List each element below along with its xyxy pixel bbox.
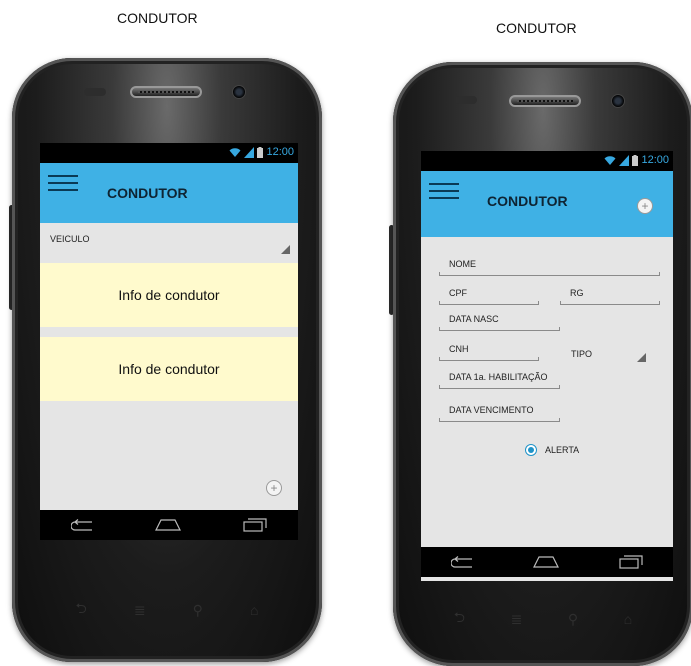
recents-icon[interactable] [243, 518, 267, 532]
signal-icon [619, 154, 630, 166]
right-proximity-sensor [455, 96, 477, 104]
battery-icon [257, 146, 264, 158]
right-navigation-bar [421, 547, 673, 577]
wifi-icon [229, 147, 241, 157]
menu-icon[interactable]: ≣ [511, 611, 523, 628]
data-habilitacao-field[interactable] [439, 385, 560, 389]
signal-icon [244, 146, 255, 158]
right-front-camera [611, 94, 625, 108]
wifi-icon [604, 155, 616, 165]
add-circle-icon[interactable]: + [266, 480, 282, 496]
left-caption: CONDUTOR [117, 10, 198, 26]
back-icon[interactable] [451, 556, 473, 568]
status-time: 12:00 [641, 154, 669, 166]
page-title: CONDUTOR [107, 185, 188, 201]
left-front-camera [232, 85, 246, 99]
card-text: Info de condutor [118, 361, 220, 377]
condutor-info-card[interactable]: Info de condutor [40, 263, 298, 327]
rg-label: RG [570, 288, 584, 298]
data-habilitacao-label: DATA 1a. HABILITAÇÃO [449, 372, 548, 382]
right-phone-frame: 12:00 CONDUTOR + NOME CPF RG DATA NASC C… [393, 62, 691, 666]
cpf-field[interactable] [439, 301, 539, 305]
alerta-radio[interactable]: ALERTA [525, 443, 595, 457]
cnh-field[interactable] [439, 357, 539, 361]
left-phone-frame: 12:00 CONDUTOR VEICULO Info de condutor … [12, 58, 322, 662]
left-proximity-sensor [84, 88, 106, 96]
tipo-label: TIPO [571, 349, 593, 359]
condutor-info-card[interactable]: Info de condutor [40, 337, 298, 401]
right-screen: 12:00 CONDUTOR + NOME CPF RG DATA NASC C… [421, 151, 673, 581]
back-icon[interactable]: ⮌ [454, 607, 465, 631]
dropdown-triangle-icon [281, 245, 290, 254]
right-app-bar: CONDUTOR + [421, 171, 673, 237]
data-nasc-field[interactable] [439, 327, 560, 331]
alerta-radio-button[interactable] [525, 444, 537, 456]
left-status-bar: 12:00 [40, 143, 298, 163]
menu-icon[interactable] [429, 183, 459, 199]
recents-icon[interactable] [619, 555, 643, 569]
search-icon[interactable]: ⚲ [193, 602, 203, 619]
card-text: Info de condutor [118, 287, 220, 303]
left-screen: 12:00 CONDUTOR VEICULO Info de condutor … [40, 143, 298, 540]
right-status-bar: 12:00 [421, 151, 673, 171]
nome-field[interactable] [439, 272, 660, 276]
veiculo-dropdown[interactable]: VEICULO [40, 223, 298, 261]
veiculo-label: VEICULO [50, 234, 90, 244]
data-vencimento-field[interactable] [439, 418, 560, 422]
home-icon[interactable] [533, 556, 559, 568]
rg-field[interactable] [560, 301, 660, 305]
page-title: CONDUTOR [487, 193, 568, 209]
home-icon[interactable]: ⌂ [624, 611, 632, 627]
back-icon[interactable]: ⮌ [76, 598, 87, 622]
right-caption: CONDUTOR [496, 20, 577, 36]
tipo-dropdown[interactable]: TIPO [569, 343, 651, 367]
menu-icon[interactable]: ≣ [134, 602, 146, 619]
menu-icon[interactable] [48, 175, 78, 191]
left-navigation-bar [40, 510, 298, 540]
cnh-label: CNH [449, 344, 469, 354]
data-vencimento-label: DATA VENCIMENTO [449, 405, 534, 415]
left-earpiece-speaker [130, 86, 202, 98]
alerta-label: ALERTA [545, 445, 580, 455]
search-icon[interactable]: ⚲ [568, 611, 578, 628]
right-earpiece-speaker [509, 95, 581, 107]
status-time: 12:00 [266, 146, 294, 158]
right-hardware-keys: ⮌ ≣ ⚲ ⌂ [431, 607, 655, 631]
nome-label: NOME [449, 259, 476, 269]
back-icon[interactable] [71, 519, 93, 531]
add-circle-icon[interactable]: + [637, 198, 653, 214]
dropdown-triangle-icon [637, 353, 646, 362]
left-app-bar: CONDUTOR [40, 163, 298, 223]
cpf-label: CPF [449, 288, 467, 298]
home-icon[interactable] [155, 519, 181, 531]
left-hardware-keys: ⮌ ≣ ⚲ ⌂ [52, 598, 282, 622]
battery-icon [632, 154, 639, 166]
data-nasc-label: DATA NASC [449, 314, 499, 324]
home-icon[interactable]: ⌂ [250, 602, 258, 618]
